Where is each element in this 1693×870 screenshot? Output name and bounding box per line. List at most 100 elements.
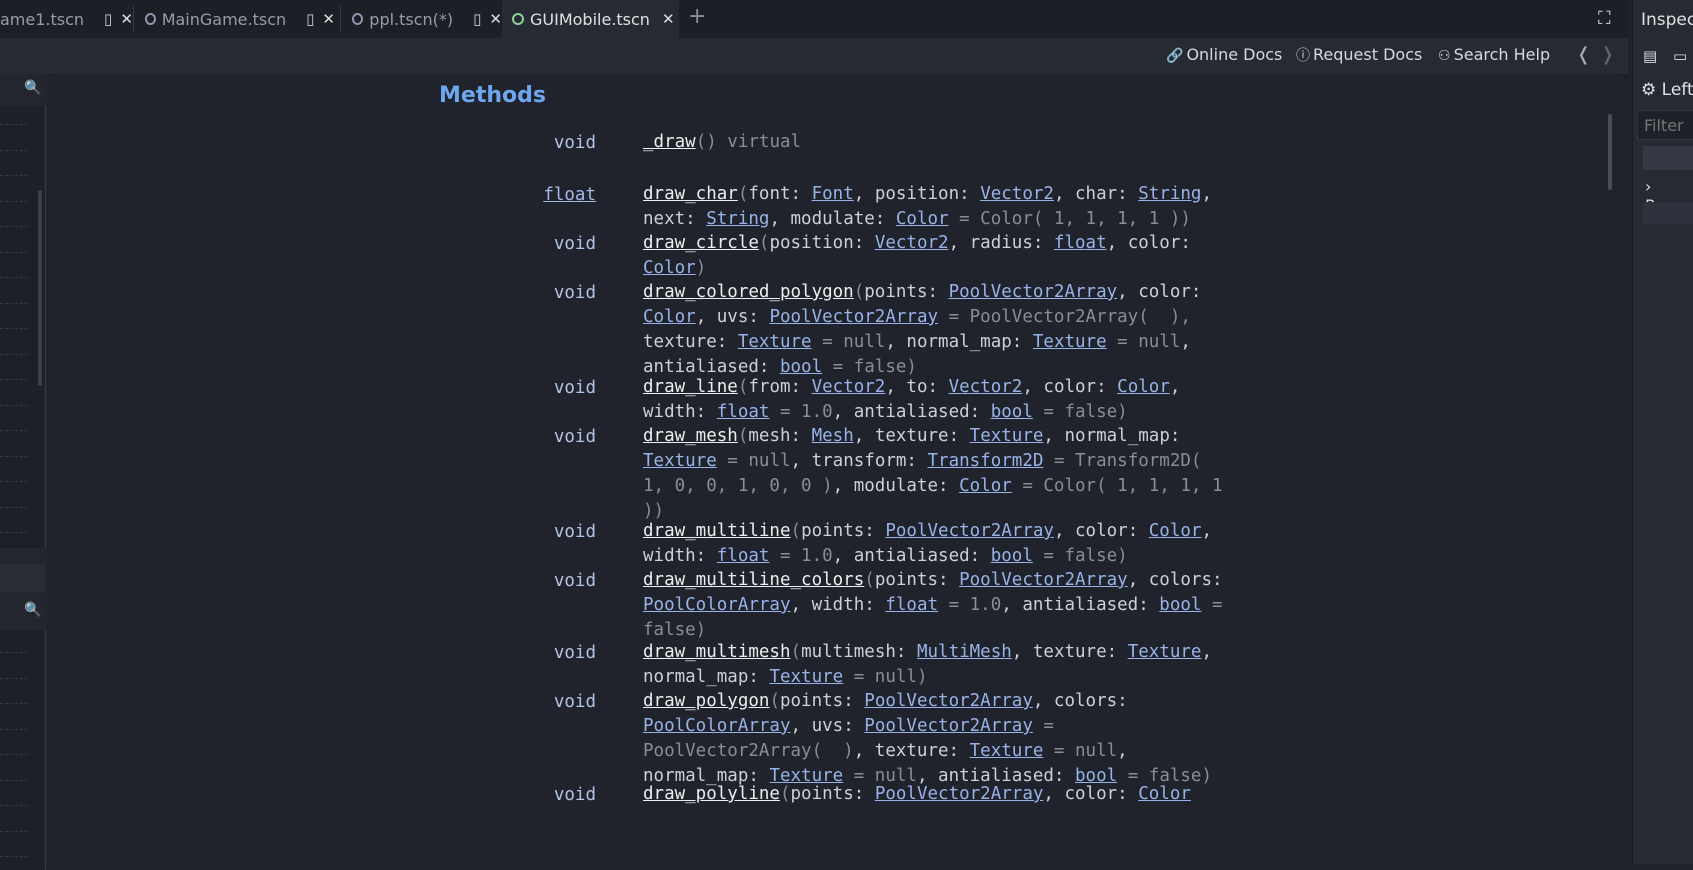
default-value: () <box>695 132 728 152</box>
inspector-object[interactable]: ⚙ Left <box>1641 80 1693 100</box>
method-name-link[interactable]: draw_colored_polygon <box>643 282 854 302</box>
method-signature: draw_mesh(mesh: Mesh, texture: Texture, … <box>643 424 1223 524</box>
back-arrow-icon[interactable]: ❬ <box>1576 44 1591 65</box>
script-icon[interactable]: ▯ <box>104 10 112 28</box>
tab-guimobile[interactable]: GUIMobile.tscn ✕ <box>502 0 679 38</box>
fullscreen-icon[interactable]: ⛶ <box>1598 8 1611 29</box>
type-link[interactable]: Texture <box>970 741 1044 761</box>
method-name-link[interactable]: draw_multiline <box>643 521 791 541</box>
type-link[interactable]: String <box>1138 184 1201 204</box>
online-docs-button[interactable]: 🔗 Online Docs <box>1166 45 1282 64</box>
forward-arrow-icon[interactable]: ❭ <box>1600 44 1615 65</box>
tab-game1[interactable]: ame1.tscn ▯ ✕ <box>0 0 133 38</box>
search-help-button[interactable]: ⚇ Search Help <box>1438 45 1550 64</box>
param-text: , <box>1201 642 1213 662</box>
property-row[interactable] <box>1643 146 1693 170</box>
type-link[interactable]: PoolVector2Array <box>885 521 1054 541</box>
type-link[interactable]: Vector2 <box>812 377 886 397</box>
search-icon[interactable]: 🔍 <box>24 602 41 618</box>
filter-properties-input[interactable] <box>1637 110 1693 140</box>
method-signature: draw_circle(position: Vector2, radius: f… <box>643 231 1191 281</box>
type-link[interactable]: Texture <box>643 451 717 471</box>
type-link[interactable]: float <box>717 546 770 566</box>
type-link[interactable]: PoolColorArray <box>643 716 791 736</box>
type-link[interactable]: Color <box>643 258 696 278</box>
type-link[interactable]: PoolVector2Array <box>769 307 938 327</box>
type-link[interactable]: Transform2D <box>928 451 1044 471</box>
close-icon[interactable]: ✕ <box>662 10 675 28</box>
method-name-link[interactable]: draw_line <box>643 377 738 397</box>
type-link[interactable]: Color <box>1149 521 1202 541</box>
type-link[interactable]: Color <box>896 209 949 229</box>
type-link[interactable]: bool <box>780 357 822 377</box>
close-icon[interactable]: ✕ <box>489 10 502 28</box>
request-docs-button[interactable]: ⓘ Request Docs <box>1296 45 1422 65</box>
method-name-link[interactable]: draw_circle <box>643 233 759 253</box>
method-return-type[interactable]: float <box>54 185 596 205</box>
scrollbar[interactable] <box>1608 114 1612 190</box>
script-icon[interactable]: ▯ <box>306 10 314 28</box>
tree-row-divider <box>0 302 28 305</box>
script-icon[interactable]: ▯ <box>473 10 481 28</box>
type-link[interactable]: Vector2 <box>980 184 1054 204</box>
type-link[interactable]: float <box>1054 233 1107 253</box>
method-name-link[interactable]: _draw <box>643 132 696 152</box>
type-link[interactable]: Color <box>1117 377 1170 397</box>
type-link[interactable]: PoolColorArray <box>643 595 791 615</box>
method-name-link[interactable]: draw_char <box>643 184 738 204</box>
method-name-link[interactable]: draw_multiline_colors <box>643 570 864 590</box>
type-link[interactable]: Color <box>959 476 1012 496</box>
search-icon[interactable]: 🔍 <box>24 80 41 96</box>
add-tab-button[interactable]: + <box>688 4 706 29</box>
type-link[interactable]: float <box>717 402 770 422</box>
type-link[interactable]: Texture <box>1128 642 1202 662</box>
signature-line: PoolColorArray, width: float = 1.0, anti… <box>643 593 1223 618</box>
type-link[interactable]: PoolVector2Array <box>949 282 1118 302</box>
new-resource-icon[interactable]: ▤ <box>1643 47 1657 65</box>
signature-line: draw_line(from: Vector2, to: Vector2, co… <box>643 375 1180 400</box>
type-link[interactable]: PoolVector2Array <box>864 716 1033 736</box>
property-row[interactable] <box>1643 202 1693 224</box>
method-name-link[interactable]: draw_polygon <box>643 691 769 711</box>
type-link[interactable]: Mesh <box>812 426 854 446</box>
type-link[interactable]: bool <box>991 402 1033 422</box>
default-value: 1, 0, 0, 1, 0, 0 ) <box>643 476 833 496</box>
signature-line: next: String, modulate: Color = Color( 1… <box>643 207 1212 232</box>
method-name-link[interactable]: draw_mesh <box>643 426 738 446</box>
tab-ppl[interactable]: ppl.tscn(*) ▯ ✕ <box>352 0 502 38</box>
type-link[interactable]: MultiMesh <box>917 642 1012 662</box>
type-link[interactable]: Color <box>643 307 696 327</box>
scrollbar[interactable] <box>38 190 42 386</box>
type-link[interactable]: PoolVector2Array <box>864 691 1033 711</box>
tree-row-divider <box>0 328 28 330</box>
param-text: , color: <box>1043 784 1139 804</box>
type-link[interactable]: Texture <box>1033 332 1107 352</box>
method-name-link[interactable]: draw_multimesh <box>643 642 791 662</box>
tab-maingame[interactable]: MainGame.tscn ▯ ✕ <box>145 0 335 38</box>
open-folder-icon[interactable]: ▭ <box>1673 47 1687 65</box>
scene-tree-list[interactable] <box>0 106 46 548</box>
type-link[interactable]: Vector2 <box>949 377 1023 397</box>
type-link[interactable]: Texture <box>738 332 812 352</box>
filesystem-list[interactable] <box>0 630 46 870</box>
method-name-link[interactable]: draw_polyline <box>643 784 780 804</box>
inspector-title[interactable]: Inspec <box>1641 10 1693 30</box>
type-link[interactable]: PoolVector2Array <box>959 570 1128 590</box>
type-link[interactable]: float <box>885 595 938 615</box>
scene-circle-icon <box>512 13 524 25</box>
default-value: ( <box>853 282 865 302</box>
type-link[interactable]: Font <box>812 184 854 204</box>
param-text: , <box>1169 377 1181 397</box>
type-link[interactable]: Color <box>1138 784 1191 804</box>
type-link[interactable]: PoolVector2Array <box>875 784 1044 804</box>
type-link[interactable]: Texture <box>769 667 843 687</box>
type-link[interactable]: bool <box>991 546 1033 566</box>
method-return-type: void <box>553 427 596 447</box>
type-link[interactable]: Texture <box>970 426 1044 446</box>
close-icon[interactable]: ✕ <box>322 10 335 28</box>
type-link[interactable]: Vector2 <box>875 233 949 253</box>
type-link[interactable]: String <box>706 209 769 229</box>
param-text: points: <box>801 521 886 541</box>
close-icon[interactable]: ✕ <box>120 10 133 28</box>
type-link[interactable]: bool <box>1159 595 1201 615</box>
